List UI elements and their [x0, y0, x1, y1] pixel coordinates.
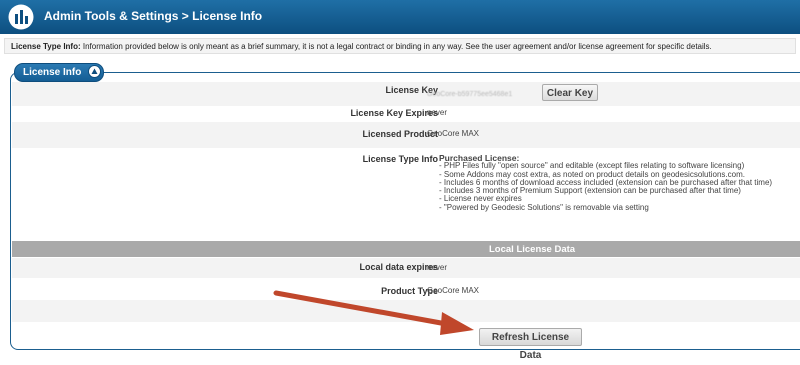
license-type-label: License Type Info	[362, 154, 438, 164]
license-type-line: - "Powered by Geodesic Solutions" is rem…	[439, 202, 649, 212]
page-header: Admin Tools & Settings > License Info	[0, 0, 800, 34]
local-expires-value: never	[427, 263, 448, 272]
clear-key-button[interactable]: Clear Key	[542, 84, 598, 101]
local-license-section-title: Local License Data	[489, 244, 576, 255]
licensed-product-value: GeoCore MAX	[427, 129, 480, 138]
chevron-up-icon[interactable]	[88, 65, 102, 78]
page-title: Admin Tools & Settings > License Info	[44, 9, 263, 23]
panel-tab-license-info[interactable]: License Info	[14, 63, 105, 82]
refresh-license-data-button[interactable]: Refresh License Data	[479, 328, 582, 361]
license-expires-value: never	[427, 108, 448, 117]
notice-label: License Type Info:	[11, 42, 81, 51]
local-license-section-bar	[12, 241, 800, 257]
bar-chart-icon	[8, 4, 34, 30]
license-notice: License Type Info: Information provided …	[4, 38, 796, 54]
license-type-details: Purchased License: - PHP Files fully "op…	[439, 154, 772, 212]
annotation-arrow-icon	[273, 290, 474, 335]
license-key-value: GeoCore-b59775ee5468e1	[427, 91, 513, 98]
notice-text: Information provided below is only meant…	[80, 42, 712, 51]
license-expires-label: License Key Expires	[350, 108, 438, 118]
panel-title: License Info	[23, 67, 82, 78]
